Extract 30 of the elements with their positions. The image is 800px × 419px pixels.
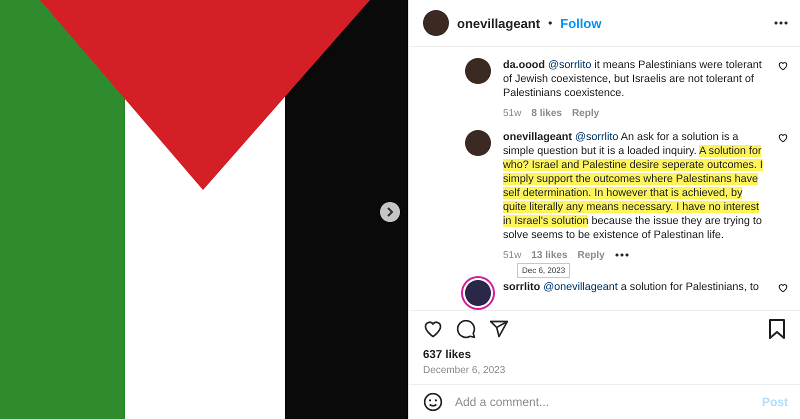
heart-icon[interactable] <box>778 283 788 293</box>
emoji-icon[interactable] <box>423 392 443 412</box>
heart-icon[interactable] <box>423 319 443 339</box>
post-date: December 6, 2023 <box>422 364 506 376</box>
more-icon[interactable] <box>614 253 629 257</box>
comment-text: sorrlito @onevillageant a solution for Palestinians, to <box>503 280 760 294</box>
comment-text: da.oood @sorrlito it means Palestinians were tolerant of Jewish coexistence, but Israelis are not tolerant of Palestinians coexistence. <box>503 58 763 100</box>
avatar[interactable] <box>465 280 491 306</box>
likes-count[interactable]: 637 likes <box>409 341 800 361</box>
reply-button[interactable]: Reply <box>572 108 600 118</box>
send-icon[interactable] <box>489 319 509 339</box>
comment-time[interactable]: 51w <box>503 250 522 260</box>
heart-icon[interactable] <box>778 133 788 143</box>
chevron-right-icon <box>386 207 394 217</box>
avatar[interactable] <box>465 58 491 84</box>
heart-icon[interactable] <box>778 61 788 71</box>
reply-button[interactable]: Reply <box>578 250 605 260</box>
likes-count[interactable]: 8 likes <box>531 108 562 118</box>
bookmark-icon[interactable] <box>768 319 786 339</box>
separator: • <box>548 16 552 30</box>
comment-field[interactable]: Add a comment... <box>453 394 752 410</box>
comment-icon[interactable] <box>456 319 476 339</box>
avatar[interactable] <box>465 130 491 156</box>
follow-link[interactable]: Follow <box>560 16 602 30</box>
likes-count[interactable]: 13 likes <box>531 250 568 260</box>
avatar[interactable] <box>423 10 449 36</box>
username[interactable]: onevillageant <box>457 16 540 30</box>
comment-time[interactable]: 51w <box>503 108 522 118</box>
date-tooltip: Dec 6, 2023 <box>517 263 570 278</box>
more-icon[interactable] <box>774 21 788 25</box>
